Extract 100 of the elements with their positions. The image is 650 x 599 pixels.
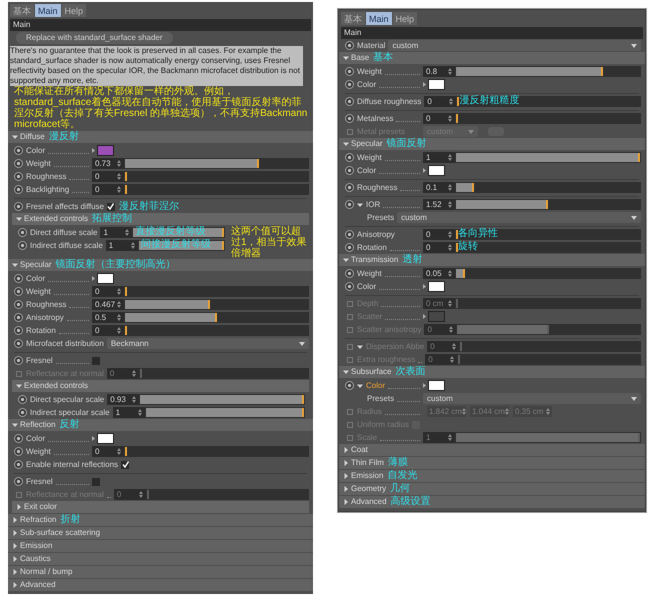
spinner-icon[interactable] <box>117 301 121 308</box>
number-field[interactable]: 1 <box>106 240 138 251</box>
circle-dot-icon[interactable] <box>345 153 354 162</box>
circle-dot-icon[interactable] <box>14 202 23 211</box>
spinner-icon[interactable] <box>117 186 121 193</box>
section-toggle[interactable]: Thin Film <box>339 457 384 469</box>
section-toggle[interactable]: Transmission <box>339 254 398 266</box>
spinner-icon[interactable] <box>452 343 456 350</box>
circle-dot-icon[interactable] <box>345 80 354 89</box>
section-toggle[interactable]: Emission <box>8 540 52 552</box>
circle-dot-icon[interactable] <box>14 274 23 283</box>
spinner-icon[interactable] <box>130 242 135 249</box>
number-field[interactable]: 0 <box>92 171 124 182</box>
circle-dot-icon[interactable] <box>14 434 23 443</box>
caret-icon[interactable] <box>423 314 426 319</box>
spinner-icon[interactable] <box>138 409 142 416</box>
spinner-icon[interactable] <box>138 491 143 498</box>
circle-dot-icon[interactable] <box>18 395 27 404</box>
caret-icon[interactable] <box>92 148 95 153</box>
color-swatch[interactable] <box>428 79 445 90</box>
number-field[interactable]: 0 <box>423 242 455 253</box>
section-toggle[interactable]: Sub-surface scattering <box>8 527 100 539</box>
spinner-icon[interactable] <box>448 244 452 251</box>
caret-icon[interactable] <box>423 168 426 173</box>
circle-dot-icon[interactable] <box>345 269 354 278</box>
section-toggle[interactable]: Refraction <box>8 514 56 526</box>
circle-dot-icon[interactable] <box>14 185 23 194</box>
section-toggle[interactable]: Reflection <box>8 419 56 431</box>
spinner-icon[interactable] <box>449 326 454 333</box>
circle-dot-icon[interactable] <box>14 172 23 181</box>
tab[interactable]: Main <box>35 4 61 17</box>
spinner-icon[interactable] <box>448 115 452 122</box>
spinner-icon[interactable] <box>117 160 121 167</box>
spinner-icon[interactable] <box>504 408 509 415</box>
circle-dot-icon[interactable] <box>345 200 354 209</box>
circle-dot-icon[interactable] <box>18 228 27 237</box>
section-toggle[interactable]: Emission <box>339 470 384 482</box>
spinner-icon[interactable] <box>546 408 550 415</box>
circle-dot-icon[interactable] <box>14 356 23 365</box>
tab[interactable]: 基本 <box>10 4 34 17</box>
section-toggle[interactable]: Specular <box>339 138 383 150</box>
number-field[interactable]: 0 <box>92 184 124 195</box>
spinner-icon[interactable] <box>448 300 452 307</box>
number-field[interactable]: 0.5 <box>92 312 124 323</box>
section-toggle[interactable]: Diffuse <box>8 131 45 143</box>
tab[interactable]: Help <box>62 4 86 17</box>
number-field[interactable]: 0.1 <box>423 182 455 193</box>
circle-dot-icon[interactable] <box>345 41 354 50</box>
replace-button[interactable]: Replace with standard_surface shader <box>16 32 173 44</box>
circle-dot-icon[interactable] <box>14 460 23 469</box>
checkbox[interactable] <box>106 202 115 210</box>
dropdown[interactable]: Beckmann <box>106 338 309 349</box>
spinner-icon[interactable] <box>132 370 136 377</box>
number-field[interactable]: 1 <box>112 407 145 418</box>
spinner-icon[interactable] <box>448 231 452 238</box>
number-field[interactable]: 0 <box>424 96 456 107</box>
spinner-icon[interactable] <box>448 201 452 208</box>
number-field[interactable]: 0.05 <box>423 268 455 279</box>
circle-dot-icon[interactable] <box>345 230 354 239</box>
spinner-icon[interactable] <box>448 184 452 191</box>
slider-track[interactable]: 各向异性 <box>455 229 641 240</box>
dropdown[interactable]: custom <box>397 212 641 223</box>
caret-icon[interactable] <box>423 383 426 388</box>
circle-dot-icon[interactable] <box>345 282 354 291</box>
number-field[interactable]: 0 <box>423 229 455 240</box>
spinner-icon[interactable] <box>450 356 454 363</box>
spinner-icon[interactable] <box>448 270 452 277</box>
color-swatch[interactable] <box>428 380 445 391</box>
circle-dot-icon[interactable] <box>345 114 354 123</box>
tab[interactable]: 基本 <box>341 12 365 25</box>
spinner-icon[interactable] <box>132 396 136 403</box>
circle-dot-icon[interactable] <box>14 159 23 168</box>
spinner-icon[interactable] <box>117 288 121 295</box>
number-field[interactable]: 1.52 <box>423 199 455 210</box>
color-swatch[interactable] <box>97 273 114 284</box>
number-field[interactable]: 0.467 <box>92 299 124 310</box>
circle-dot-icon[interactable] <box>14 146 23 155</box>
circle-dot-icon[interactable] <box>14 339 23 348</box>
circle-dot-icon[interactable] <box>14 326 23 335</box>
section-toggle[interactable]: Extended controls <box>12 213 88 225</box>
color-swatch[interactable] <box>428 281 445 292</box>
circle-dot-icon[interactable] <box>345 243 354 252</box>
spinner-icon[interactable] <box>117 327 121 334</box>
number-field[interactable]: 0 <box>92 286 124 297</box>
section-toggle[interactable]: Base <box>339 52 370 64</box>
caret-icon[interactable] <box>423 82 426 87</box>
color-swatch[interactable] <box>97 433 114 444</box>
number-field[interactable]: 0 <box>423 113 455 124</box>
checkbox[interactable] <box>92 478 100 486</box>
circle-dot-icon[interactable] <box>345 97 354 106</box>
color-swatch[interactable] <box>97 145 114 156</box>
section-toggle[interactable]: Subsurface <box>339 366 392 378</box>
number-field[interactable]: 1 <box>100 227 132 238</box>
section-toggle[interactable]: Advanced <box>8 579 56 591</box>
spinner-icon[interactable] <box>117 173 121 180</box>
number-field[interactable]: 0.8 <box>423 66 455 77</box>
number-field[interactable]: 0.93 <box>107 394 140 405</box>
circle-dot-icon[interactable] <box>18 408 27 417</box>
section-toggle[interactable]: Extended controls <box>12 380 88 392</box>
section-toggle[interactable]: Exit color <box>12 501 57 513</box>
